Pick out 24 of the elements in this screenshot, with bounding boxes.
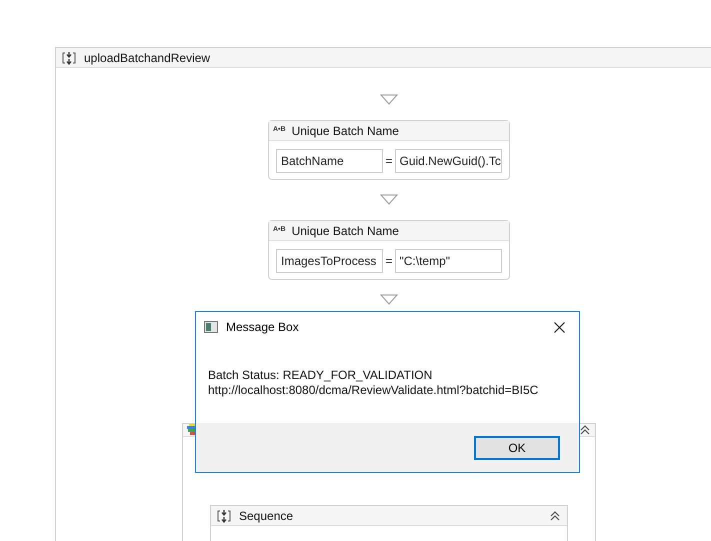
connector-arrow-icon xyxy=(380,194,398,205)
equals-sign: = xyxy=(385,253,392,270)
collapse-icon[interactable] xyxy=(549,510,561,522)
close-icon xyxy=(554,322,564,332)
assign-to-field[interactable]: ImagesToProcess xyxy=(276,249,384,273)
message-text: http://localhost:8080/dcma/ReviewValidate.html?batchid=BI5C xyxy=(208,383,540,398)
sequence-icon xyxy=(217,508,231,522)
window-icon xyxy=(204,321,218,333)
collapse-icon[interactable] xyxy=(579,424,591,436)
activity-title: Unique Batch Name xyxy=(292,222,399,240)
connector-arrow-icon xyxy=(380,94,398,105)
connector-arrow-icon xyxy=(380,294,398,305)
assign-value-field[interactable]: "C:\temp" xyxy=(394,249,502,273)
sequence-activity[interactable]: Sequence xyxy=(210,505,568,541)
activity-title: Unique Batch Name xyxy=(292,122,399,140)
sequence-icon xyxy=(62,50,76,64)
assign-value-field[interactable]: Guid.NewGuid().Tc xyxy=(394,149,502,173)
sequence-title: Sequence xyxy=(239,508,294,524)
assign-to-field[interactable]: BatchName xyxy=(276,149,384,173)
dialog-title: Message Box xyxy=(226,319,299,336)
message-text: Batch Status: READY_FOR_VALIDATION xyxy=(208,368,434,383)
ok-button[interactable]: OK xyxy=(474,436,560,460)
equals-sign: = xyxy=(385,153,392,170)
workflow-title: uploadBatchandReview xyxy=(84,50,210,66)
